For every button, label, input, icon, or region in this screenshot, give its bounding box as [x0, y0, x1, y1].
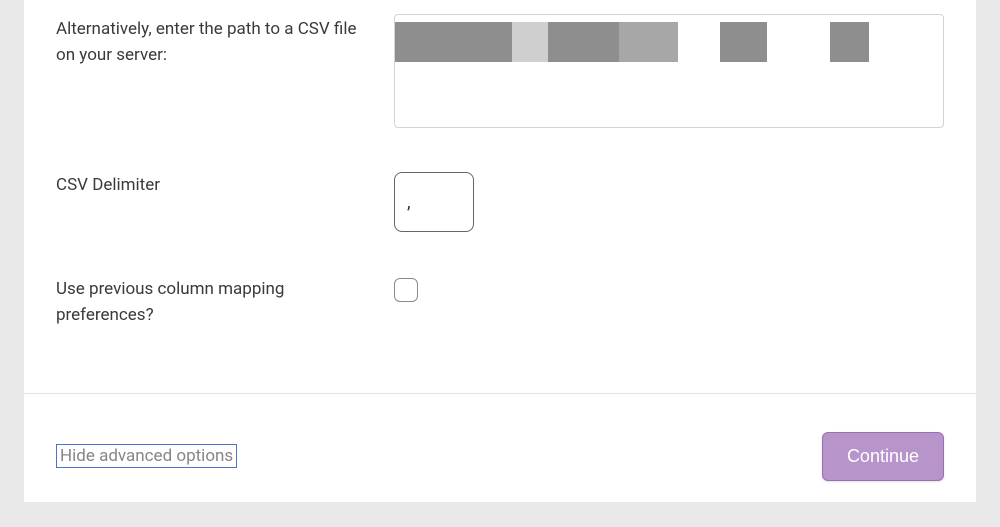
delimiter-input[interactable]: , — [394, 172, 474, 232]
delimiter-label: CSV Delimiter — [56, 172, 394, 198]
delimiter-row: CSV Delimiter , — [56, 172, 944, 232]
continue-button[interactable]: Continue — [822, 432, 944, 481]
csv-path-row: Alternatively, enter the path to a CSV f… — [56, 0, 944, 128]
hide-advanced-link[interactable]: Hide advanced options — [56, 444, 237, 468]
csv-path-label: Alternatively, enter the path to a CSV f… — [56, 16, 394, 69]
form-section: Alternatively, enter the path to a CSV f… — [24, 0, 976, 393]
csv-path-input-col — [394, 16, 944, 128]
mapping-input-col — [394, 276, 944, 302]
delimiter-input-col: , — [394, 172, 944, 232]
redacted-path-content — [395, 22, 913, 62]
mapping-checkbox[interactable] — [394, 278, 418, 302]
csv-path-input[interactable] — [394, 14, 944, 128]
footer: Hide advanced options Continue — [24, 393, 976, 507]
mapping-label: Use previous column mapping preferences? — [56, 276, 394, 329]
import-panel: Alternatively, enter the path to a CSV f… — [24, 0, 976, 502]
mapping-row: Use previous column mapping preferences? — [56, 276, 944, 329]
